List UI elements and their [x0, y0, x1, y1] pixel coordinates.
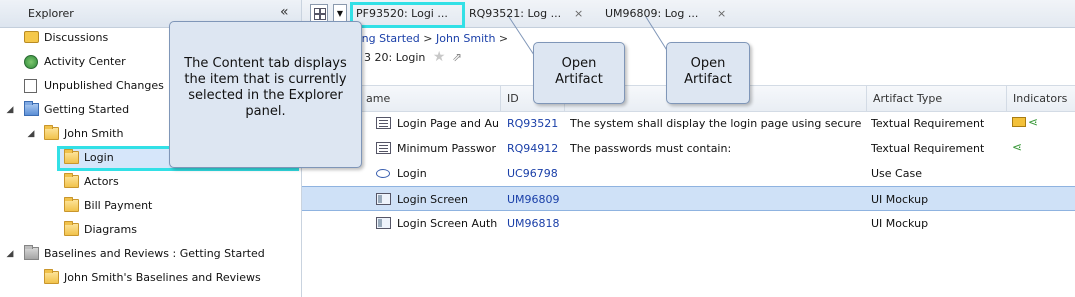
content-tab-callout: The Content tab displays the item that i… [169, 21, 362, 168]
open-artifact-callout: Open Artifact [666, 42, 750, 104]
open-artifact-callout: Open Artifact [533, 42, 625, 104]
